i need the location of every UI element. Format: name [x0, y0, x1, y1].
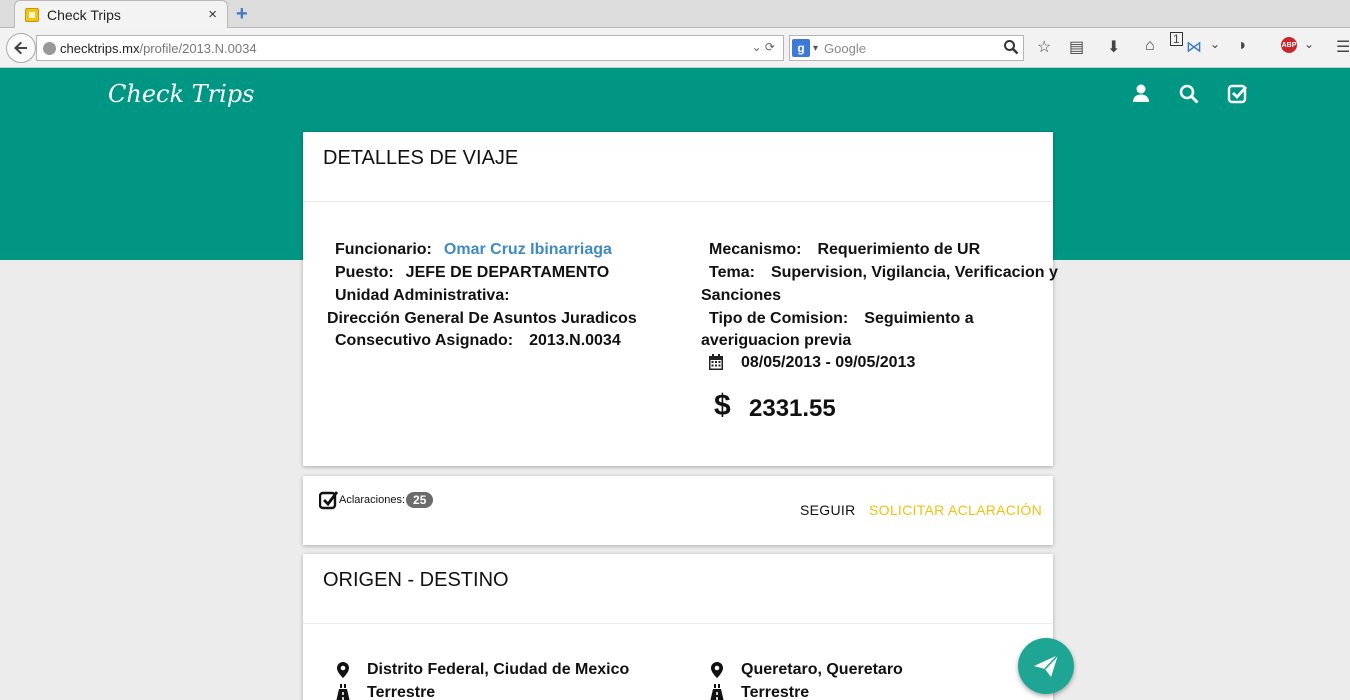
origen-destino-card: ORIGEN - DESTINO Distrito Federal, Ciuda…	[303, 554, 1053, 700]
browser-tab[interactable]: Check Trips ×	[14, 0, 228, 28]
field-value: JEFE DE DEPARTAMENTO	[405, 264, 610, 281]
url-bar[interactable]: checktrips.mx/profile/2013.N.0034 ⌄ ⟳	[36, 35, 784, 61]
aclaraciones-label: Aclaraciones:	[339, 494, 406, 506]
google-icon: g	[792, 39, 810, 57]
tab-close-icon[interactable]: ×	[208, 6, 217, 23]
divider	[303, 623, 1053, 624]
check-square-icon	[319, 491, 339, 510]
field-label: Funcionario:	[335, 241, 432, 258]
unidad-value: Dirección General De Asuntos Juradicos	[327, 310, 637, 327]
chevron-down-icon[interactable]: ⌄	[1304, 37, 1314, 51]
clipboard-icon[interactable]: ▤	[1069, 37, 1084, 57]
toolbar-badge[interactable]: 1	[1170, 32, 1183, 46]
browser-nav-bar: checktrips.mx/profile/2013.N.0034 ⌄ ⟳ g …	[0, 28, 1350, 68]
aclaraciones-badge: 25	[406, 492, 434, 508]
globe-icon	[43, 41, 56, 55]
new-tab-button[interactable]: +	[236, 3, 248, 26]
field-label: Tipo de Comision:	[709, 310, 849, 327]
site-logo[interactable]: Check Trips	[108, 80, 254, 108]
origen-medio: Terrestre	[367, 684, 436, 700]
url-host: checktrips.mx	[60, 40, 140, 56]
field-value: Requerimiento de UR	[817, 241, 981, 258]
tema-row: Tema: Supervision, Vigilancia, Verificaci…	[709, 264, 1058, 282]
tab-title: Check Trips	[47, 6, 121, 23]
check-square-icon[interactable]	[1227, 83, 1249, 105]
dollar-icon: $	[714, 389, 731, 422]
unidad-label: Unidad Administrativa:	[335, 287, 510, 304]
search-placeholder: Google	[824, 40, 866, 56]
map-marker-icon	[711, 662, 723, 678]
puesto-row: Puesto: JEFE DE DEPARTAMENTO	[335, 264, 609, 282]
consecutivo-row: Consecutivo Asignado: 2013.N.0034	[335, 332, 621, 350]
network-icon[interactable]: ⋈	[1186, 37, 1202, 57]
field-label: Tema:	[709, 264, 755, 281]
road-icon	[710, 684, 724, 700]
card-title: DETALLES DE VIAJE	[323, 147, 519, 169]
chevron-down-icon[interactable]: ⌄	[1210, 37, 1220, 51]
card-title: ORIGEN - DESTINO	[323, 569, 509, 591]
destino: Queretaro, Queretaro	[741, 661, 903, 678]
seguir-button[interactable]: SEGUIR	[800, 502, 855, 518]
pocket-icon[interactable]: ◗	[1238, 37, 1248, 55]
field-value: Supervision, Vigilancia, Verificacion y	[770, 264, 1058, 281]
browser-tab-bar: Check Trips × +	[0, 0, 1350, 28]
tipo-row: Tipo de Comision: Seguimiento a	[709, 310, 974, 328]
chevron-down-icon[interactable]: ▾	[813, 43, 818, 54]
field-value: 2013.N.0034	[529, 332, 621, 349]
field-label: Consecutivo Asignado:	[335, 332, 514, 349]
field-label: Puesto:	[335, 264, 394, 281]
calendar-icon	[709, 354, 723, 370]
destino-medio: Terrestre	[741, 684, 810, 700]
send-icon	[1034, 654, 1059, 677]
monto: 2331.55	[749, 395, 836, 422]
download-icon[interactable]: ⬇	[1107, 37, 1120, 57]
back-button[interactable]	[6, 33, 36, 63]
funcionario-link[interactable]: Omar Cruz Ibinarriaga	[444, 241, 612, 258]
actions-card: Aclaraciones: 25 SEGUIR SOLICITAR ACLARA…	[303, 476, 1053, 545]
bookmark-star-icon[interactable]: ☆	[1037, 37, 1051, 57]
reload-icon[interactable]: ⌄ ⟳	[752, 40, 775, 54]
trip-details-card: DETALLES DE VIAJE Funcionario: Omar Cruz …	[303, 132, 1058, 466]
field-value: Seguimiento a	[864, 310, 974, 327]
url-path: /profile/2013.N.0034	[139, 40, 257, 56]
solicitar-aclaracion-button[interactable]: SOLICITAR ACLARACIÓN	[869, 502, 1042, 518]
menu-icon[interactable]: ☰	[1336, 37, 1350, 57]
user-icon[interactable]	[1130, 83, 1152, 105]
field-label: Mecanismo:	[709, 241, 802, 258]
search-icon[interactable]	[1178, 83, 1200, 105]
origen: Distrito Federal, Ciudad de Mexico	[367, 661, 630, 678]
magnifier-icon[interactable]	[1003, 39, 1019, 55]
road-icon	[336, 684, 350, 700]
adblock-icon[interactable]: ABP	[1281, 37, 1297, 53]
fechas: 08/05/2013 - 09/05/2013	[741, 354, 916, 371]
home-icon[interactable]: ⌂	[1145, 37, 1155, 55]
aclaraciones[interactable]: Aclaraciones: 25	[319, 490, 434, 510]
search-bar[interactable]: g ▾ Google	[789, 35, 1024, 61]
mecanismo-row: Mecanismo: Requerimiento de UR	[709, 241, 980, 259]
tema-value-cont: Sanciones	[701, 287, 782, 304]
map-marker-icon	[337, 662, 349, 678]
back-arrow-icon	[14, 41, 27, 55]
funcionario-row: Funcionario: Omar Cruz Ibinarriaga	[335, 241, 612, 259]
favicon-icon	[25, 7, 39, 22]
send-fab-button[interactable]	[1018, 638, 1074, 694]
divider	[303, 201, 1053, 202]
tipo-value-cont: averiguacion previa	[701, 332, 852, 349]
